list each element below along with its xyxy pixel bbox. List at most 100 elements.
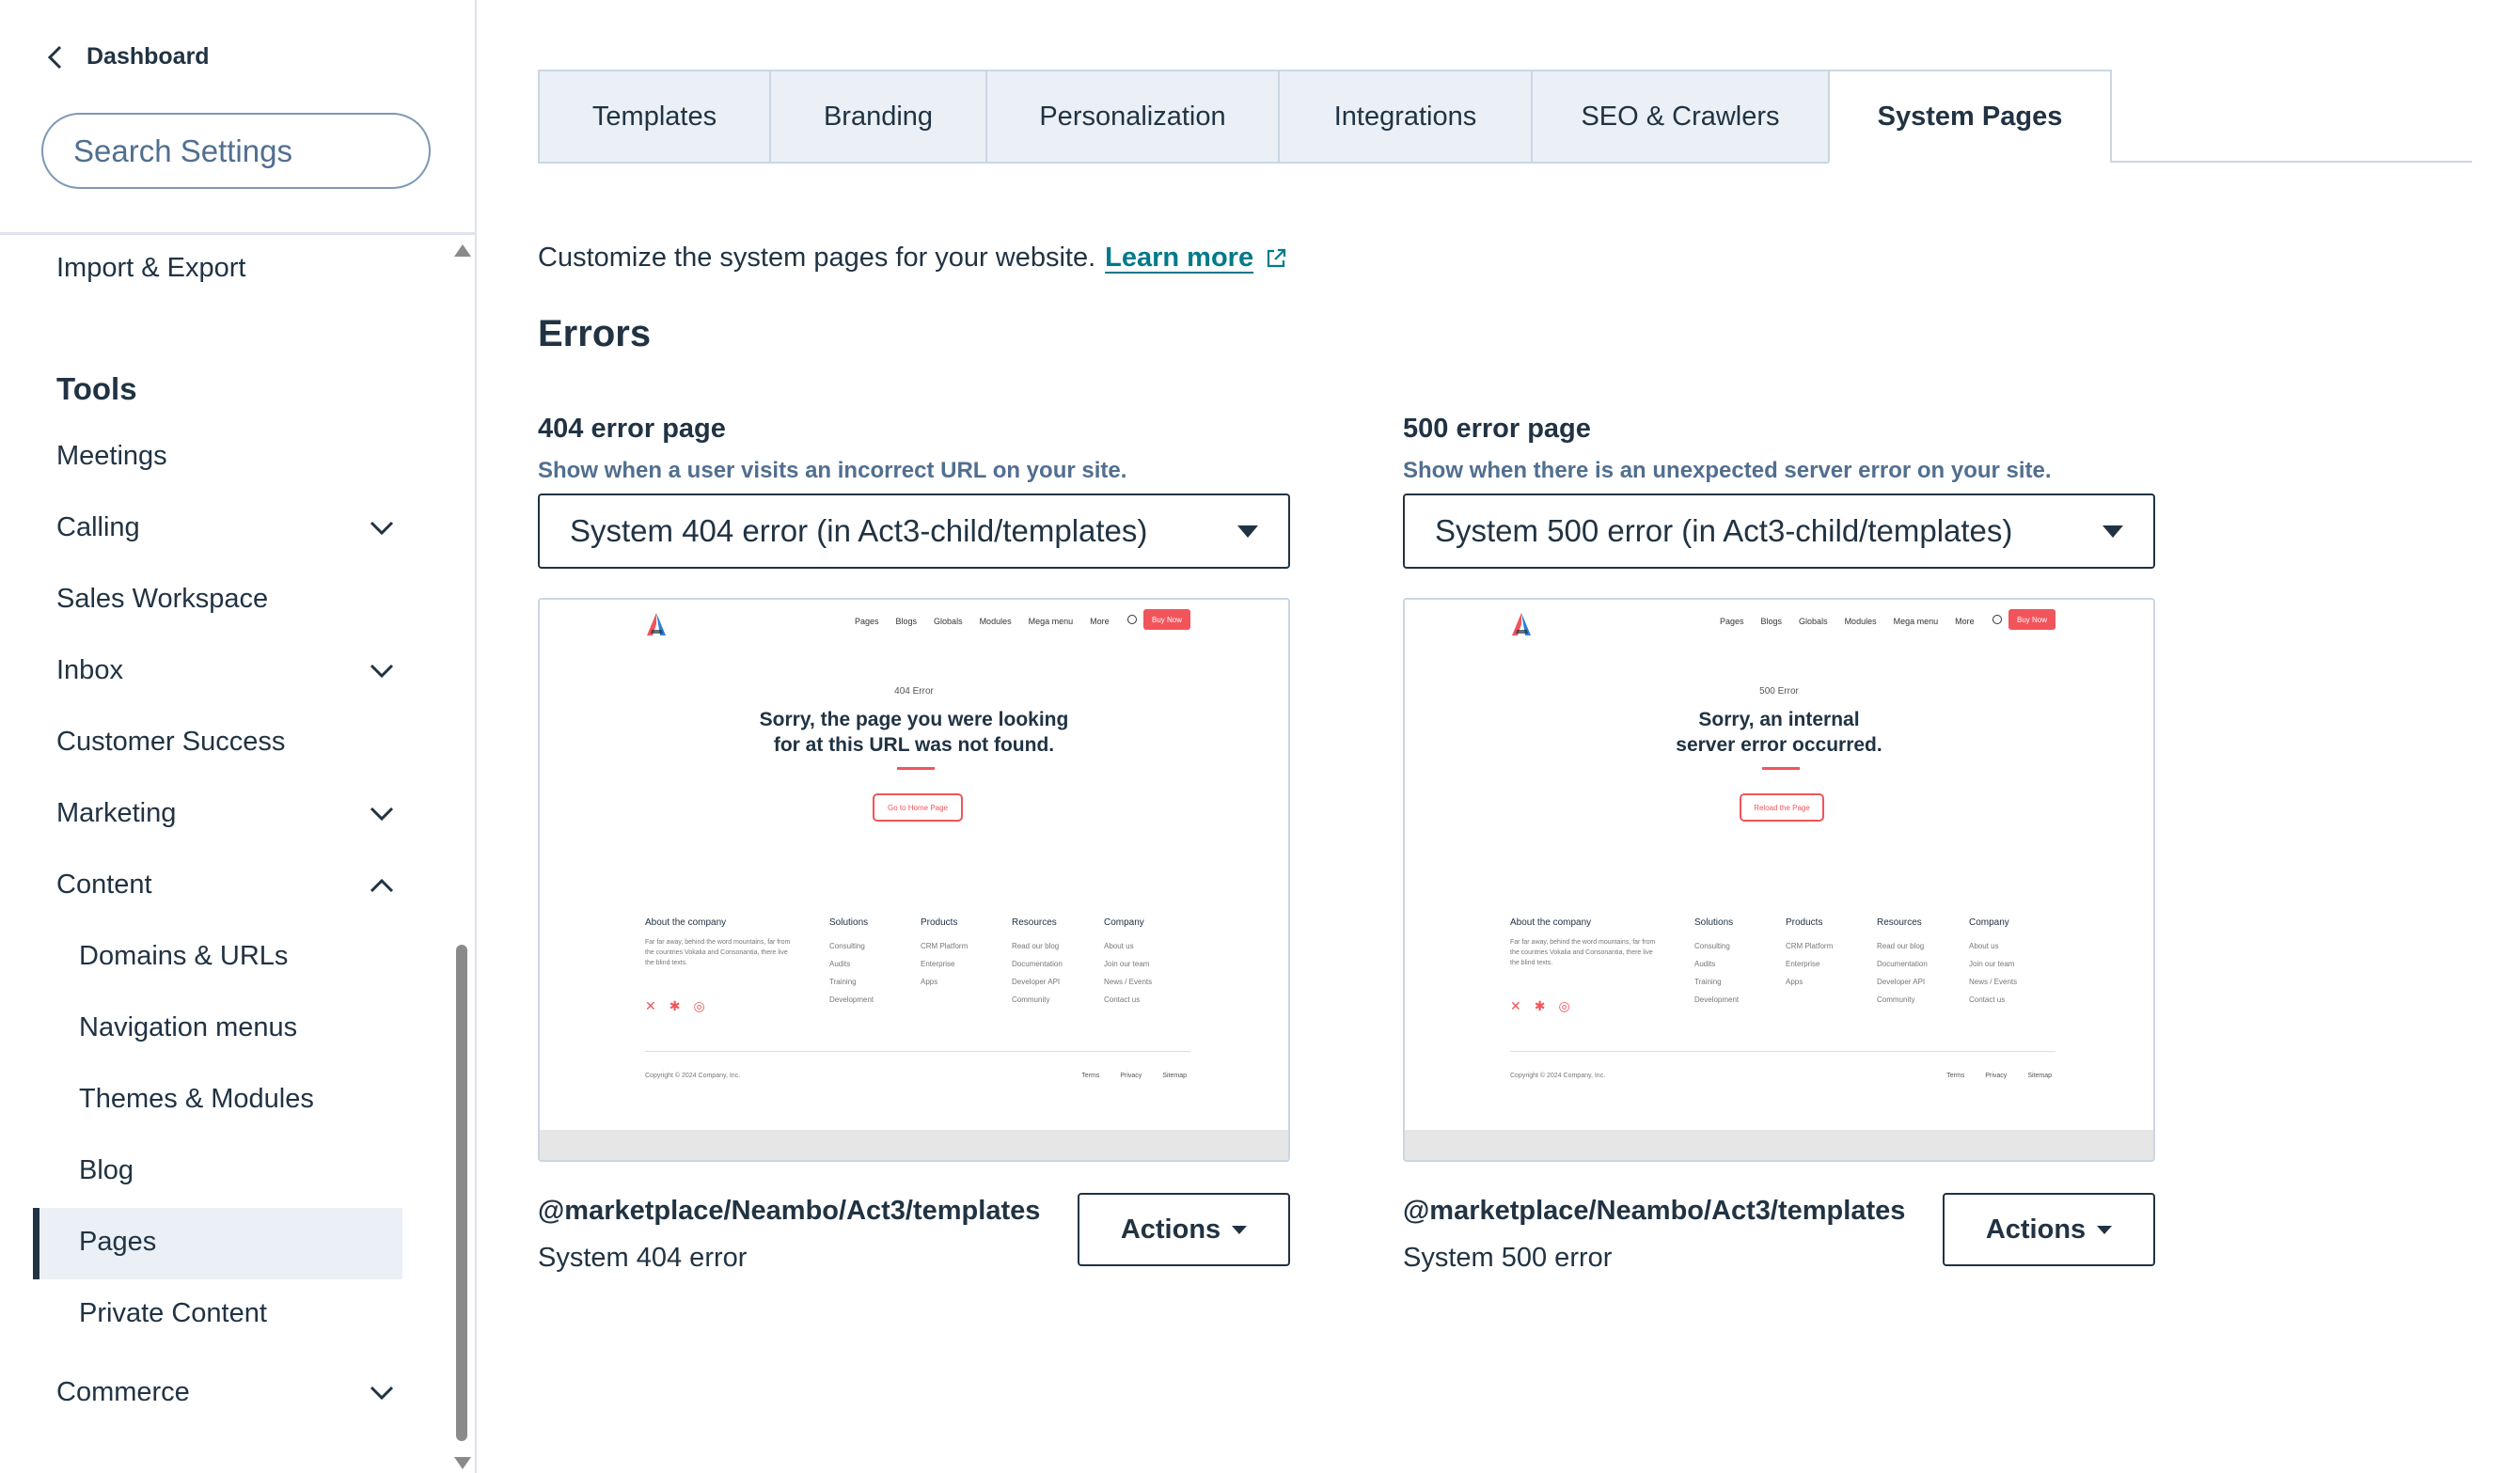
sidebar-item-label: Marketing xyxy=(56,798,177,828)
github-icon: ◎ xyxy=(1558,998,1570,1013)
settings-tabs: Templates Branding Personalization Integ… xyxy=(538,70,2112,164)
preview-footer-heading: Resources xyxy=(1877,917,1922,928)
sidebar-item-label: Import & Export xyxy=(56,253,246,283)
sidebar-item-pages[interactable]: Pages xyxy=(79,1227,417,1258)
intro-description: Customize the system pages for your webs… xyxy=(538,243,1096,273)
preview-accent-line xyxy=(1762,767,1800,770)
search-settings-input[interactable] xyxy=(73,133,473,169)
error-page-help: Show when a user visits an incorrect URL… xyxy=(538,458,1127,483)
main-content: Templates Branding Personalization Integ… xyxy=(479,0,2520,1473)
sidebar-item-label: Navigation menus xyxy=(79,1012,298,1042)
sidebar-item-import-export[interactable]: Import & Export xyxy=(56,253,395,284)
actions-label: Actions xyxy=(1120,1214,1221,1245)
preview-footer-link: Development xyxy=(829,995,874,1004)
actions-button-500[interactable]: Actions xyxy=(1943,1193,2155,1266)
template-name: System 404 error xyxy=(538,1243,748,1273)
template-name: System 500 error xyxy=(1403,1243,1613,1273)
preview-copyright: Copyright © 2024 Company, Inc. xyxy=(645,1073,741,1079)
slack-icon: ✱ xyxy=(669,998,681,1013)
preview-footer-heading: Company xyxy=(1104,917,1144,928)
preview-footer-link: Community xyxy=(1012,995,1050,1004)
preview-nav-item: Globals xyxy=(934,617,963,626)
sidebar-item-label: Commerce xyxy=(56,1377,190,1407)
template-path: @marketplace/Neambo/Act3/templates xyxy=(1403,1196,1906,1226)
preview-footer-link: Contact us xyxy=(1969,995,2006,1004)
preview-legal-link: Sitemap xyxy=(1162,1073,1187,1079)
sidebar-header: Dashboard xyxy=(0,0,475,235)
preview-footer-link: Training xyxy=(1694,978,1722,986)
chevron-down-icon xyxy=(370,664,394,678)
preview-footer-link: Developer API xyxy=(1877,978,1926,986)
sidebar-item-label: Private Content xyxy=(79,1298,267,1328)
preview-social: ✕ ✱ ◎ xyxy=(1510,998,1570,1014)
preview-footer-heading: Solutions xyxy=(829,917,869,928)
sidebar-item-domains-urls[interactable]: Domains & URLs xyxy=(79,941,417,972)
preview-nav-item: Modules xyxy=(979,617,1012,626)
preview-footer-col: Resources Read our blog Documentation De… xyxy=(1012,917,1063,1009)
preview-nav-item: More xyxy=(1955,617,1975,626)
sidebar-item-themes-modules[interactable]: Themes & Modules xyxy=(79,1084,417,1115)
template-select-500[interactable]: System 500 error (in Act3-child/template… xyxy=(1403,494,2155,569)
preview-heading-line: Sorry, an internal xyxy=(1698,709,1860,730)
tab-seo-crawlers[interactable]: SEO & Crawlers xyxy=(1531,70,1828,164)
error-page-title: 500 error page xyxy=(1403,414,1591,444)
preview-nav: Pages Blogs Globals Modules Mega menu Mo… xyxy=(855,617,1110,626)
preview-footer-link: Community xyxy=(1877,995,1915,1004)
scrollbar-thumb[interactable] xyxy=(456,945,467,1441)
slack-icon: ✱ xyxy=(1534,998,1546,1013)
tab-personalization[interactable]: Personalization xyxy=(985,70,1278,164)
preview-footer-link: Consulting xyxy=(829,942,865,950)
tab-integrations[interactable]: Integrations xyxy=(1278,70,1531,164)
scroll-down-arrow[interactable] xyxy=(454,1457,471,1469)
preview-footer-col: Company About us Join our team News / Ev… xyxy=(1969,917,2017,1009)
preview-legal-links: Terms Privacy Sitemap xyxy=(1081,1073,1187,1079)
sidebar-item-label: Calling xyxy=(56,512,140,542)
preview-footer-heading: Resources xyxy=(1012,917,1057,928)
sidebar-item-inbox[interactable]: Inbox xyxy=(56,655,395,686)
preview-nav-item: Blogs xyxy=(1760,617,1783,626)
preview-footer-link: Contact us xyxy=(1104,995,1141,1004)
sidebar-item-private-content[interactable]: Private Content xyxy=(79,1298,417,1329)
sidebar-item-label: Customer Success xyxy=(56,727,286,757)
sidebar-item-commerce[interactable]: Commerce xyxy=(56,1377,395,1408)
preview-footer-link: Documentation xyxy=(1012,960,1063,968)
preview-footer-link: News / Events xyxy=(1104,978,1153,986)
sidebar-item-label: Domains & URLs xyxy=(79,941,289,971)
template-select-404[interactable]: System 404 error (in Act3-child/template… xyxy=(538,494,1290,569)
scroll-up-arrow[interactable] xyxy=(454,244,471,257)
tab-templates[interactable]: Templates xyxy=(538,70,769,164)
preview-footer-col: Resources Read our blog Documentation De… xyxy=(1877,917,1928,1009)
preview-about-text: Far far away, behind the word mountains,… xyxy=(645,939,791,966)
sidebar-item-label: Themes & Modules xyxy=(79,1084,314,1114)
sidebar-item-marketing[interactable]: Marketing xyxy=(56,798,395,829)
preview-bottom-strip xyxy=(540,1130,1288,1160)
tab-divider xyxy=(2111,161,2472,163)
template-path: @marketplace/Neambo/Act3/templates xyxy=(538,1196,1041,1226)
selected-template: System 404 error (in Act3-child/template… xyxy=(570,513,1148,548)
tab-branding[interactable]: Branding xyxy=(769,70,985,164)
back-to-dashboard-link[interactable]: Dashboard xyxy=(45,43,210,71)
sidebar-item-meetings[interactable]: Meetings xyxy=(56,441,395,472)
sidebar-heading-tools: Tools xyxy=(56,371,137,406)
external-link-icon xyxy=(1267,248,1286,267)
preview-footer-heading: Solutions xyxy=(1694,917,1734,928)
sidebar-item-content[interactable]: Content xyxy=(56,870,395,901)
sidebar-item-customer-success[interactable]: Customer Success xyxy=(56,727,395,758)
actions-button-404[interactable]: Actions xyxy=(1078,1193,1290,1266)
settings-sidebar: Dashboard Import & Export Tools Meetings… xyxy=(0,0,477,1473)
sidebar-item-sales-workspace[interactable]: Sales Workspace xyxy=(56,584,395,615)
learn-more-link[interactable]: Learn more xyxy=(1105,243,1287,274)
sidebar-item-blog[interactable]: Blog xyxy=(79,1155,417,1186)
chevron-down-icon xyxy=(370,521,394,535)
preview-footer-divider xyxy=(1510,1051,2055,1052)
preview-footer-link: CRM Platform xyxy=(1786,942,1834,950)
preview-footer-link: About us xyxy=(1969,942,1999,950)
search-settings-box[interactable] xyxy=(41,113,473,189)
sidebar-scrollbar[interactable] xyxy=(453,243,471,1473)
preview-footer-link: Developer API xyxy=(1012,978,1061,986)
template-preview-500: Pages Blogs Globals Modules Mega menu Mo… xyxy=(1403,598,2155,1162)
learn-more-label: Learn more xyxy=(1105,243,1254,273)
tab-system-pages[interactable]: System Pages xyxy=(1828,70,2112,164)
sidebar-item-navigation-menus[interactable]: Navigation menus xyxy=(79,1012,417,1043)
sidebar-item-calling[interactable]: Calling xyxy=(56,512,395,543)
